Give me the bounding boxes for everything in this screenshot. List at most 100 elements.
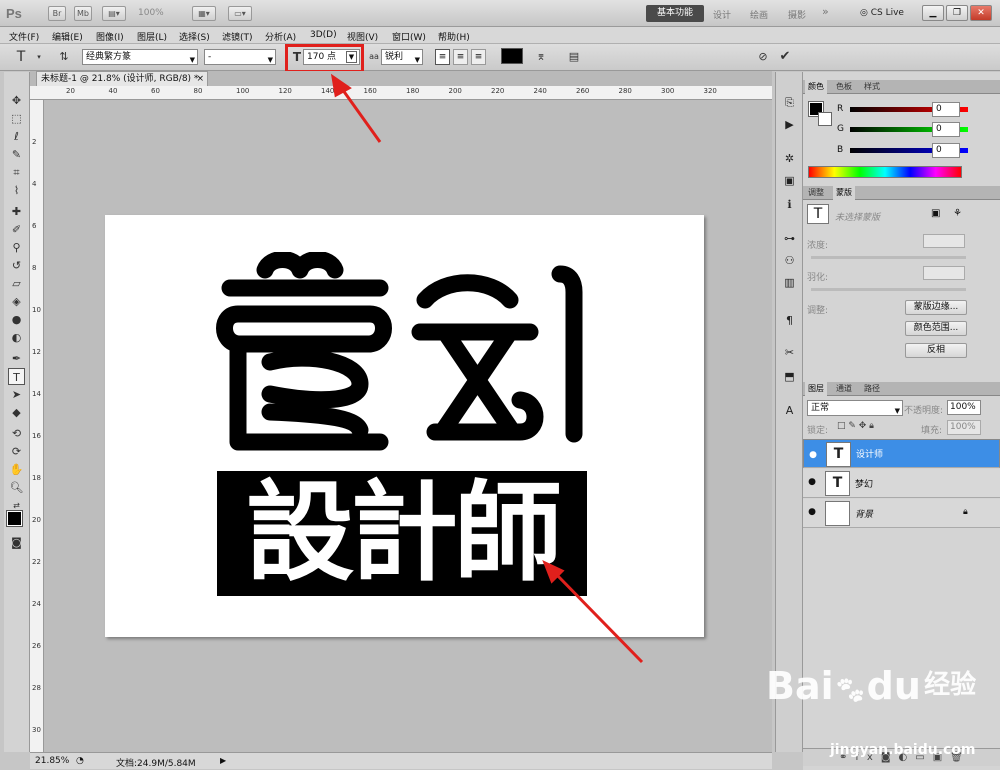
font-family-select[interactable]: 经典繁方篆 ▼ (82, 49, 198, 65)
3d-rotate-tool-icon[interactable]: ⟲ (8, 425, 25, 442)
character-panel-icon[interactable]: A (781, 402, 798, 419)
menu-analysis[interactable]: 分析(A) (265, 30, 296, 43)
invert-button[interactable]: 反相 (905, 343, 967, 358)
menu-layer[interactable]: 图层(L) (137, 30, 167, 43)
blend-mode-select[interactable]: 正常 ▼ (807, 400, 903, 416)
tab-swatches[interactable]: 色板 (833, 80, 855, 94)
eyedropper-tool-icon[interactable]: ⌇ (8, 182, 25, 199)
shape-tool-icon[interactable]: ◆ (8, 404, 25, 421)
align-right-button[interactable]: ≡ (471, 49, 486, 65)
color-range-button[interactable]: 颜色范围... (905, 321, 967, 336)
bridge-button[interactable]: Br (48, 6, 66, 21)
workspace-painting[interactable]: 绘画 (750, 8, 768, 21)
status-zoom[interactable]: 21.85% (35, 756, 69, 766)
quick-mask-icon[interactable]: ◙ (8, 534, 25, 551)
density-field[interactable] (923, 234, 965, 248)
pixel-mask-icon[interactable]: ▣ (931, 208, 940, 219)
marquee-tool-icon[interactable]: ⬚ (8, 110, 25, 127)
navigator-panel-icon[interactable]: ✲ (781, 150, 798, 167)
status-info-icon[interactable]: ◔ (76, 756, 84, 766)
brush-tool-icon[interactable]: ✐ (8, 221, 25, 238)
workspace-design[interactable]: 设计 (713, 8, 731, 21)
3d-panel-icon[interactable]: ✂ (781, 344, 798, 361)
menu-3d[interactable]: 3D(D) (310, 30, 337, 40)
actions-panel-icon[interactable]: ▶ (781, 116, 798, 133)
menu-help[interactable]: 帮助(H) (438, 30, 470, 43)
eye-icon[interactable]: ● (807, 448, 819, 460)
menu-filter[interactable]: 滤镜(T) (222, 30, 253, 43)
character-panel-icon[interactable]: ▤ (567, 50, 581, 64)
3d-orbit-tool-icon[interactable]: ⟳ (8, 443, 25, 460)
feather-field[interactable] (923, 266, 965, 280)
menu-select[interactable]: 选择(S) (179, 30, 210, 43)
zoom-level-select[interactable]: 100% (138, 8, 164, 18)
type-tool-preset-icon[interactable]: T (14, 50, 28, 64)
color-spectrum[interactable] (808, 166, 962, 178)
feather-slider[interactable] (811, 288, 966, 291)
tab-channels[interactable]: 通道 (833, 382, 855, 396)
quick-select-tool-icon[interactable]: ✎ (8, 146, 25, 163)
align-left-button[interactable]: ≡ (435, 49, 450, 65)
vector-mask-icon[interactable]: ⚘ (953, 208, 962, 219)
close-tab-icon[interactable]: × (196, 72, 204, 86)
status-menu-icon[interactable]: ▶ (220, 756, 226, 765)
history-panel-icon[interactable]: ⎘ (781, 94, 798, 111)
close-icon[interactable]: ✕ (970, 5, 992, 21)
menu-window[interactable]: 窗口(W) (392, 30, 426, 43)
clone-source-panel-icon[interactable]: ⚇ (781, 252, 798, 269)
tab-paths[interactable]: 路径 (861, 382, 883, 396)
arrange-documents-button[interactable]: ▦▾ (192, 6, 216, 21)
crop-tool-icon[interactable]: ⌗ (8, 164, 25, 181)
eraser-tool-icon[interactable]: ▱ (8, 275, 25, 292)
align-center-button[interactable]: ≡ (453, 49, 468, 65)
tab-layers[interactable]: 图层 (805, 382, 827, 396)
menu-image[interactable]: 图像(I) (96, 30, 124, 43)
eye-icon[interactable]: ● (806, 507, 818, 519)
paragraph-panel-icon[interactable]: ¶ (781, 312, 798, 329)
opacity-field[interactable]: 100% (947, 400, 981, 415)
lock-icons[interactable]: □ ✎ ✥ 🔒︎ (837, 421, 874, 431)
fill-field[interactable]: 100% (947, 420, 981, 435)
healing-brush-tool-icon[interactable]: ✚ (8, 203, 25, 220)
workspace-photography[interactable]: 摄影 (788, 8, 806, 21)
eye-icon[interactable]: ● (806, 477, 818, 489)
restore-icon[interactable]: ❐ (946, 5, 968, 21)
move-tool-icon[interactable]: ✥ (8, 92, 25, 109)
tab-styles[interactable]: 样式 (861, 80, 883, 94)
layer-row[interactable]: ● 背景 🔒︎ (803, 499, 1000, 528)
tab-adjustments[interactable]: 调整 (805, 186, 827, 200)
paint-bucket-tool-icon[interactable]: ◈ (8, 293, 25, 310)
preset-dropdown-icon[interactable]: ▾ (32, 50, 46, 64)
warp-text-icon[interactable]: ⌆ (534, 50, 548, 64)
blur-tool-icon[interactable]: ● (8, 311, 25, 328)
antialias-select[interactable]: 锐利 ▼ (381, 49, 423, 65)
type-tool-icon[interactable]: T (8, 368, 25, 385)
dodge-tool-icon[interactable]: ◐ (8, 329, 25, 346)
cancel-icon[interactable]: ⊘ (756, 50, 770, 64)
workspace-essentials[interactable]: 基本功能 (646, 5, 704, 22)
info-panel-icon[interactable]: ℹ (781, 196, 798, 213)
menu-view[interactable]: 视图(V) (347, 30, 378, 43)
tab-color[interactable]: 颜色 (805, 80, 827, 94)
view-extras-button[interactable]: ▤▾ (102, 6, 126, 21)
text-color-swatch[interactable] (501, 48, 523, 64)
tool-presets-icon[interactable]: ▥ (781, 274, 798, 291)
mask-edge-button[interactable]: 蒙版边缘... (905, 300, 967, 315)
document-tab[interactable]: 未标题-1 @ 21.8% (设计师, RGB/8) * × (36, 71, 208, 87)
brushes-panel-icon[interactable]: ⊶ (781, 230, 798, 247)
r-value[interactable]: 0 (932, 102, 960, 117)
menu-file[interactable]: 文件(F) (9, 30, 39, 43)
foreground-color-swatch[interactable] (6, 510, 23, 527)
minimize-icon[interactable]: ▁ (922, 5, 944, 21)
g-value[interactable]: 0 (932, 122, 960, 137)
lasso-tool-icon[interactable]: ℓ (8, 128, 25, 145)
layer-row[interactable]: ● T 梦幻 (803, 469, 1000, 498)
b-value[interactable]: 0 (932, 143, 960, 158)
zoom-tool-icon[interactable]: 🔍︎ (8, 479, 25, 496)
tab-masks[interactable]: 蒙版 (833, 186, 855, 200)
font-style-select[interactable]: - ▼ (204, 49, 276, 65)
text-layer-dream[interactable] (210, 252, 590, 452)
menu-edit[interactable]: 编辑(E) (52, 30, 83, 43)
animation-panel-icon[interactable]: ⬒ (781, 368, 798, 385)
path-select-tool-icon[interactable]: ➤ (8, 386, 25, 403)
